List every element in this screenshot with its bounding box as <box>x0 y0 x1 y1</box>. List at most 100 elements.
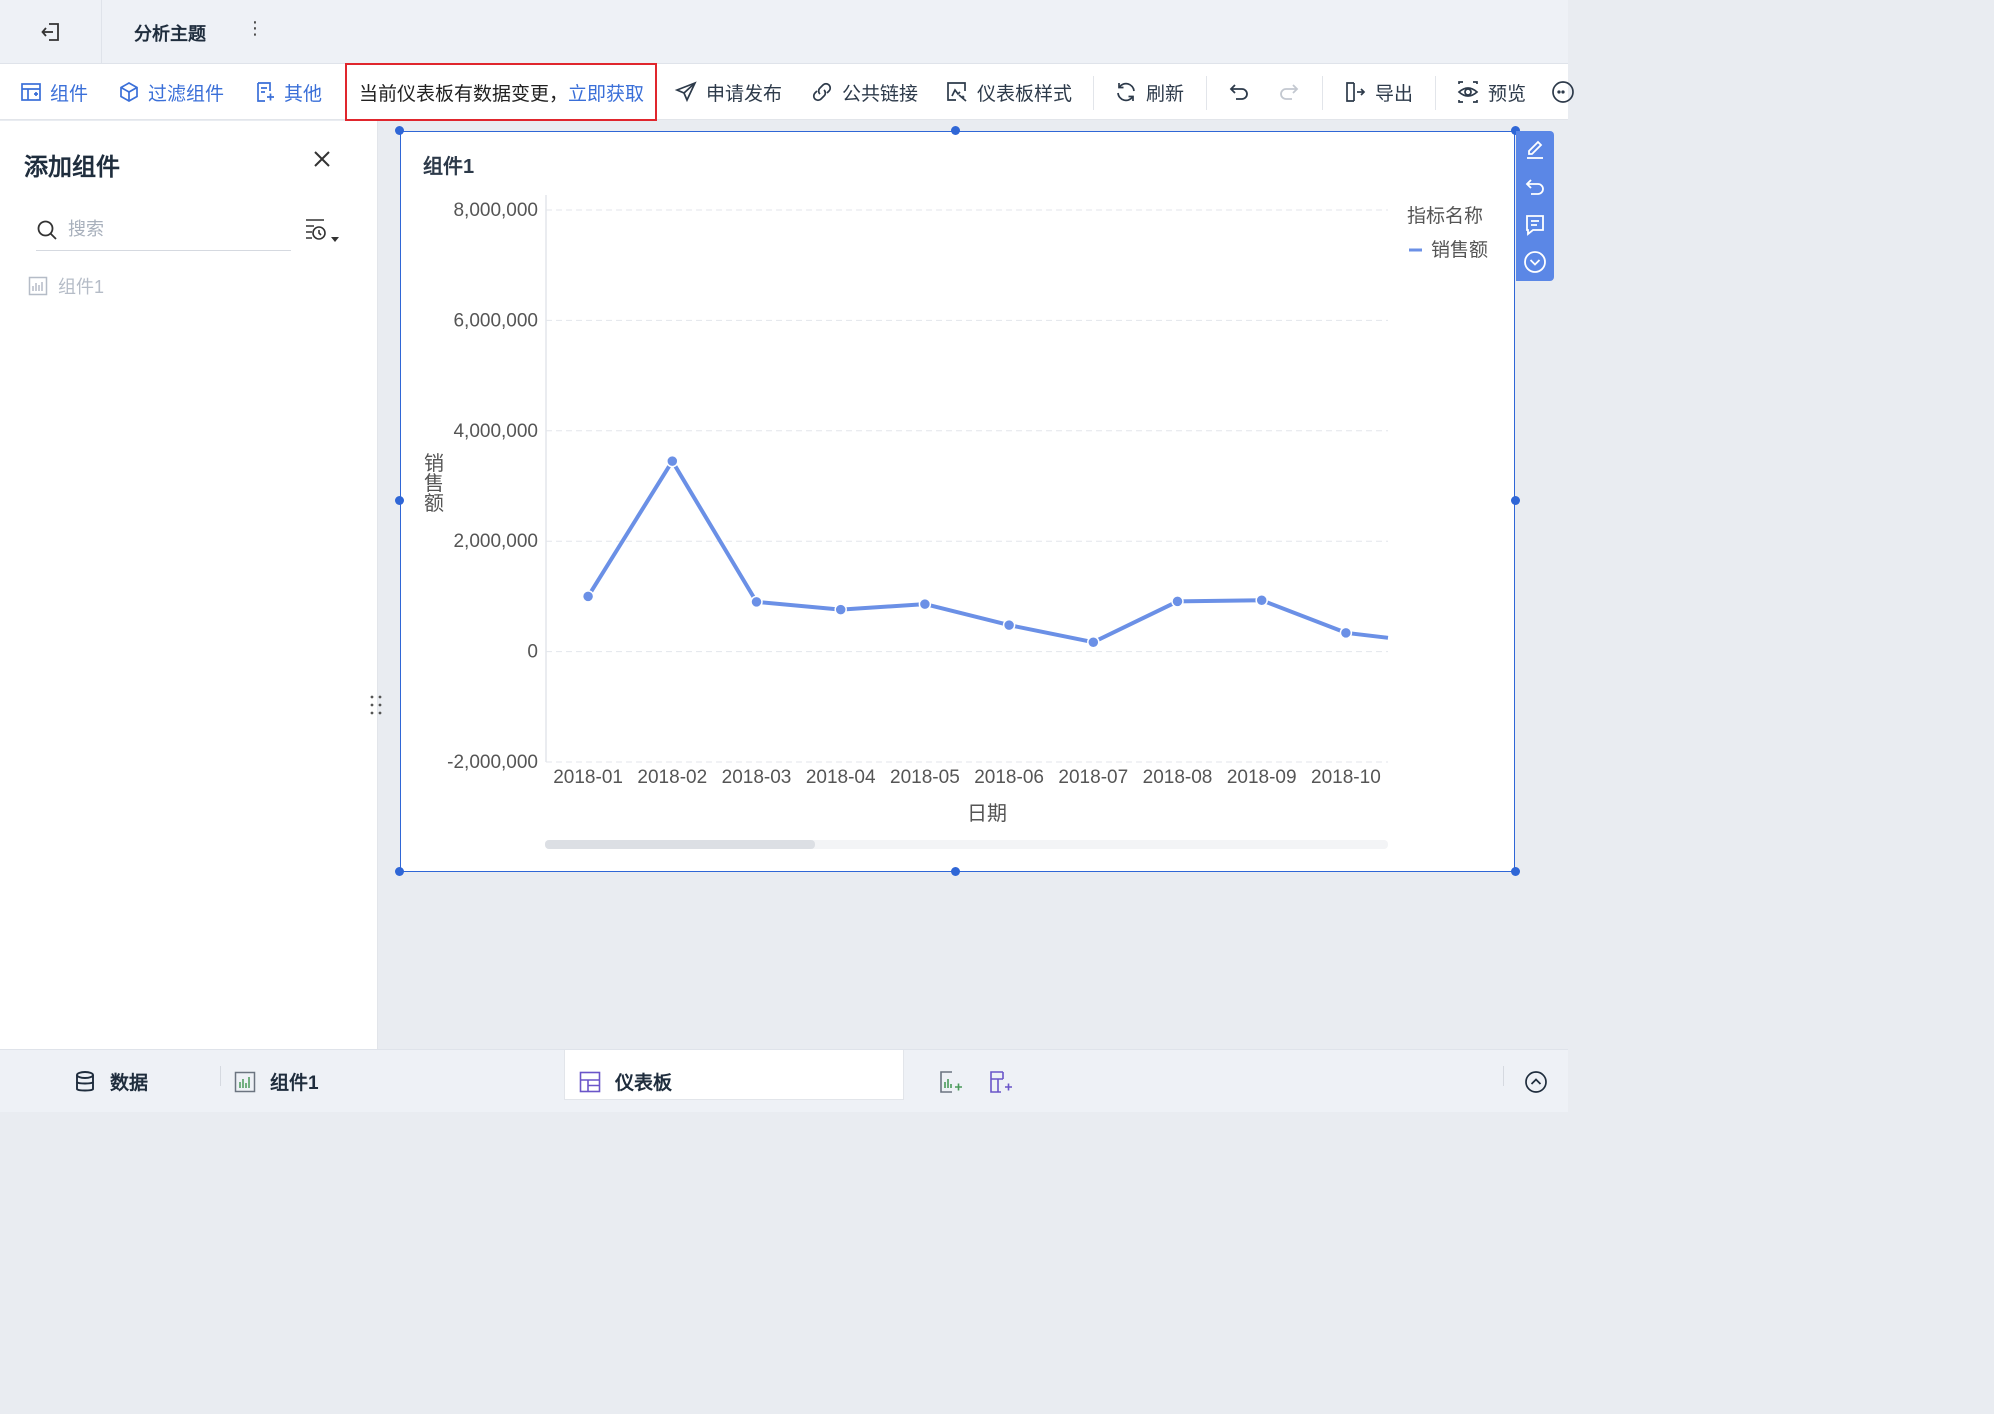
y-tick-label: 0 <box>527 642 538 663</box>
search-icon <box>37 220 57 240</box>
add-component-tab-button[interactable] <box>939 1050 977 1113</box>
panel-resize-handle[interactable] <box>369 693 383 724</box>
send-icon <box>674 81 697 103</box>
sort-filter-button[interactable] <box>304 217 344 252</box>
x-tick-label: 2018-10 <box>1311 767 1381 788</box>
data-point <box>581 590 595 603</box>
undo-widget-icon[interactable] <box>1523 175 1547 199</box>
redo-button[interactable] <box>1277 64 1309 120</box>
drag-dots-icon <box>370 695 382 715</box>
legend-label: 销售额 <box>1431 239 1488 261</box>
add-component-panel: 添加组件 组件1 <box>0 121 382 1049</box>
preview-label: 预览 <box>1488 83 1527 105</box>
data-point <box>834 603 847 616</box>
toolbar-divider <box>1322 76 1323 110</box>
edit-icon[interactable] <box>1523 138 1547 162</box>
x-tick-label: 2018-03 <box>722 767 792 788</box>
close-panel-button[interactable] <box>312 149 332 174</box>
data-point <box>750 595 763 609</box>
preview-button[interactable]: 预览 <box>1456 64 1526 120</box>
back-button[interactable] <box>0 0 102 64</box>
x-axis-title: 日期 <box>967 803 1007 825</box>
component-list-item[interactable]: 组件1 <box>28 273 104 299</box>
resize-handle[interactable] <box>951 867 960 876</box>
dashboard-icon <box>579 1071 601 1092</box>
resize-handle[interactable] <box>395 867 404 876</box>
toolbar-divider <box>1206 76 1207 110</box>
x-tick-label: 2018-07 <box>1058 767 1128 788</box>
tab-divider <box>1503 1066 1504 1086</box>
other-button[interactable]: 其他 <box>254 64 322 120</box>
data-point <box>1339 626 1353 640</box>
chevron-up-circle-icon <box>1525 1070 1547 1093</box>
tab-dashboard[interactable]: 仪表板 <box>579 1050 672 1113</box>
series-line <box>586 459 1389 645</box>
add-dashboard-tab-button[interactable] <box>989 1050 1027 1113</box>
filter-cube-icon <box>120 82 138 102</box>
more-options-button[interactable] <box>1551 64 1583 120</box>
tab-data-label: 数据 <box>110 1073 149 1094</box>
tab-component-label: 组件1 <box>270 1073 319 1094</box>
data-point <box>1255 594 1268 607</box>
dashboard-style-button[interactable]: 仪表板样式 <box>945 64 1072 120</box>
other-label: 其他 <box>284 83 323 105</box>
data-change-notice: 当前仪表板有数据变更， 立即获取 <box>345 63 657 121</box>
x-tick-label: 2018-04 <box>806 767 876 788</box>
x-tick-label: 2018-02 <box>637 767 707 788</box>
expand-menu-icon[interactable] <box>1523 250 1547 274</box>
more-menu-button[interactable]: ⋮ <box>246 18 264 39</box>
export-button[interactable]: 导出 <box>1343 64 1413 120</box>
y-tick-label: 4,000,000 <box>453 421 538 442</box>
more-circle-icon <box>1552 81 1574 103</box>
resize-handle[interactable] <box>1511 496 1520 505</box>
export-icon <box>1346 82 1366 102</box>
export-label: 导出 <box>1375 83 1414 105</box>
undo-icon <box>1229 84 1248 100</box>
component-label: 组件 <box>50 83 89 105</box>
y-axis-title-char: 销 <box>424 452 444 475</box>
y-tick-label: 8,000,000 <box>453 200 538 221</box>
data-point <box>1171 595 1184 608</box>
resize-handle[interactable] <box>951 126 960 135</box>
component-button[interactable]: 组件 <box>20 64 88 120</box>
widget-side-toolbar <box>1516 131 1554 281</box>
style-icon <box>947 82 967 102</box>
top-bar: 分析主题 ⋮ <box>0 0 1568 64</box>
add-component-icon <box>21 83 41 101</box>
y-tick-label: 2,000,000 <box>453 531 538 552</box>
comment-icon[interactable] <box>1523 213 1547 237</box>
toolbar-divider <box>1435 76 1436 110</box>
collapse-bottom-bar-button[interactable] <box>1524 1050 1562 1113</box>
public-link-label: 公共链接 <box>842 83 919 105</box>
y-tick-label: 6,000,000 <box>453 310 538 331</box>
resize-handle[interactable] <box>1511 867 1520 876</box>
notice-text: 当前仪表板有数据变更， <box>359 83 569 105</box>
x-tick-label: 2018-09 <box>1227 767 1297 788</box>
toolbar: 组件 过滤组件 其他 申请发布 公共链接 仪表板样式 刷新 导出 预览 <box>0 64 1574 120</box>
publish-button[interactable]: 申请发布 <box>674 64 782 120</box>
undo-button[interactable] <box>1227 64 1259 120</box>
resize-handle[interactable] <box>395 496 404 505</box>
toolbar-divider <box>1093 76 1094 110</box>
public-link-button[interactable]: 公共链接 <box>810 64 918 120</box>
data-point <box>666 454 679 468</box>
data-point <box>918 597 932 611</box>
refresh-button[interactable]: 刷新 <box>1114 64 1184 120</box>
dashboard-style-label: 仪表板样式 <box>977 83 1073 105</box>
tab-component[interactable]: 组件1 <box>234 1050 319 1113</box>
filter-component-label: 过滤组件 <box>148 83 225 105</box>
filter-component-button[interactable]: 过滤组件 <box>118 64 224 120</box>
bar-chart-icon <box>234 1071 256 1092</box>
refresh-label: 刷新 <box>1146 83 1185 105</box>
search-input[interactable] <box>68 219 268 240</box>
tab-divider <box>220 1066 221 1086</box>
eye-icon <box>1457 81 1479 103</box>
x-tick-label: 2018-01 <box>553 767 623 788</box>
chart-widget[interactable]: 组件1 -2,000,000 0 2,000,000 4,000,000 6,000,0… <box>400 131 1515 872</box>
topic-title: 分析主题 <box>134 24 206 44</box>
fetch-now-link[interactable]: 立即获取 <box>568 79 644 106</box>
tab-data[interactable]: 数据 <box>74 1050 148 1113</box>
y-axis-title-char: 售 <box>424 472 444 495</box>
data-point <box>1087 635 1100 649</box>
resize-handle[interactable] <box>395 126 404 135</box>
